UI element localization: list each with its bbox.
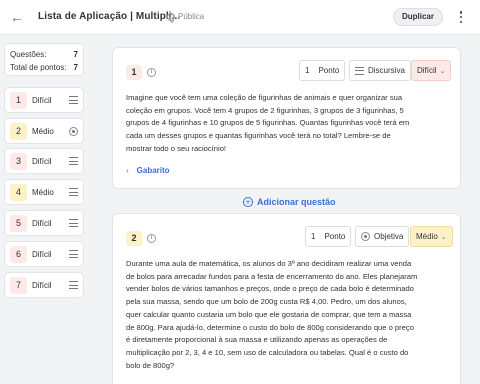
answer-key-toggle[interactable]: › Gabarito	[126, 166, 170, 175]
question-number-badge: 2	[126, 231, 142, 246]
questions-count-value: 7	[73, 50, 78, 59]
question-nav-item[interactable]: 7 Difícil	[4, 272, 84, 298]
questions-count-label: Questões:	[10, 50, 47, 59]
info-icon[interactable]: i	[147, 68, 156, 77]
question-nav-item[interactable]: 3 Difícil	[4, 148, 84, 174]
difficulty-label: Médio	[416, 232, 438, 241]
points-field[interactable]: 1 Ponto	[305, 226, 352, 247]
plus-circle-icon: +	[243, 197, 253, 207]
question-number: 7	[10, 277, 27, 294]
chevron-right-icon: ›	[126, 166, 129, 175]
chevron-down-icon: ⌄	[439, 67, 446, 75]
difficulty-label: Difícil	[32, 96, 52, 105]
question-number: 2	[10, 123, 27, 140]
page-title: Lista de Aplicação | Multipli...	[38, 11, 181, 22]
question-number-badge: 1	[126, 65, 142, 80]
question-nav-item[interactable]: 1 Difícil	[4, 87, 84, 113]
top-bar: ← Lista de Aplicação | Multipli... Públi…	[0, 0, 480, 35]
chevron-down-icon: ⌄	[440, 233, 447, 241]
points-value: 1	[305, 66, 310, 75]
lines-icon	[355, 66, 364, 75]
question-text: Imagine que você tem uma coleção de figu…	[126, 93, 410, 153]
question-nav-item[interactable]: 2 Médio	[4, 118, 84, 144]
points-value: 1	[311, 232, 316, 241]
question-text: Durante uma aula de matemática, os aluno…	[126, 259, 418, 370]
visibility-label: Pública	[178, 12, 205, 21]
summary-panel: Questões: 7 Total de pontos: 7	[4, 43, 84, 76]
question-number: 4	[10, 184, 27, 201]
question-number: 5	[10, 215, 27, 232]
question-type-label: Discursiva	[368, 66, 405, 75]
difficulty-label: Médio	[32, 127, 54, 136]
info-icon[interactable]: i	[147, 234, 156, 243]
question-number: 3	[10, 153, 27, 170]
difficulty-label: Difícil	[417, 66, 437, 75]
globe-icon	[167, 12, 175, 23]
difficulty-select[interactable]: Difícil ⌄	[411, 60, 452, 81]
duplicate-button[interactable]: Duplicar	[393, 8, 443, 26]
difficulty-select[interactable]: Médio ⌄	[410, 226, 453, 247]
question-nav-item[interactable]: 5 Difícil	[4, 210, 84, 236]
radio-icon	[361, 232, 370, 241]
visibility-indicator: Pública	[167, 12, 205, 23]
difficulty-label: Médio	[32, 188, 54, 197]
add-question-button[interactable]: + Adicionar questão	[243, 197, 336, 207]
question-number: 1	[10, 92, 27, 109]
difficulty-label: Difícil	[32, 157, 52, 166]
kebab-menu-icon[interactable]	[456, 9, 466, 25]
answer-key-label: Gabarito	[136, 166, 170, 175]
add-question-label: Adicionar questão	[257, 197, 336, 207]
radio-icon	[69, 127, 78, 136]
question-type-select[interactable]: Discursiva	[349, 60, 411, 81]
question-number: 6	[10, 246, 27, 263]
question-card: 2 i 1 Ponto Objetiva Médio ⌄ Durante uma…	[112, 213, 461, 384]
difficulty-label: Difícil	[32, 250, 52, 259]
lines-icon	[69, 96, 78, 104]
difficulty-label: Difícil	[32, 281, 52, 290]
difficulty-label: Difícil	[32, 219, 52, 228]
lines-icon	[69, 281, 78, 289]
points-label: Ponto	[318, 66, 340, 75]
total-points-value: 7	[73, 63, 78, 72]
question-nav-item[interactable]: 6 Difícil	[4, 241, 84, 267]
lines-icon	[69, 219, 78, 227]
lines-icon	[69, 188, 78, 196]
lines-icon	[69, 157, 78, 165]
question-card: 1 i 1 Ponto Discursiva Difícil ⌄ Imagine…	[112, 47, 461, 189]
question-type-select[interactable]: Objetiva	[355, 226, 410, 247]
question-nav-item[interactable]: 4 Médio	[4, 179, 84, 205]
lines-icon	[69, 250, 78, 258]
points-label: Ponto	[324, 232, 346, 241]
arrow-left-icon[interactable]: ←	[8, 8, 26, 26]
points-field[interactable]: 1 Ponto	[299, 60, 346, 81]
question-type-label: Objetiva	[374, 232, 404, 241]
total-points-label: Total de pontos:	[10, 63, 67, 72]
